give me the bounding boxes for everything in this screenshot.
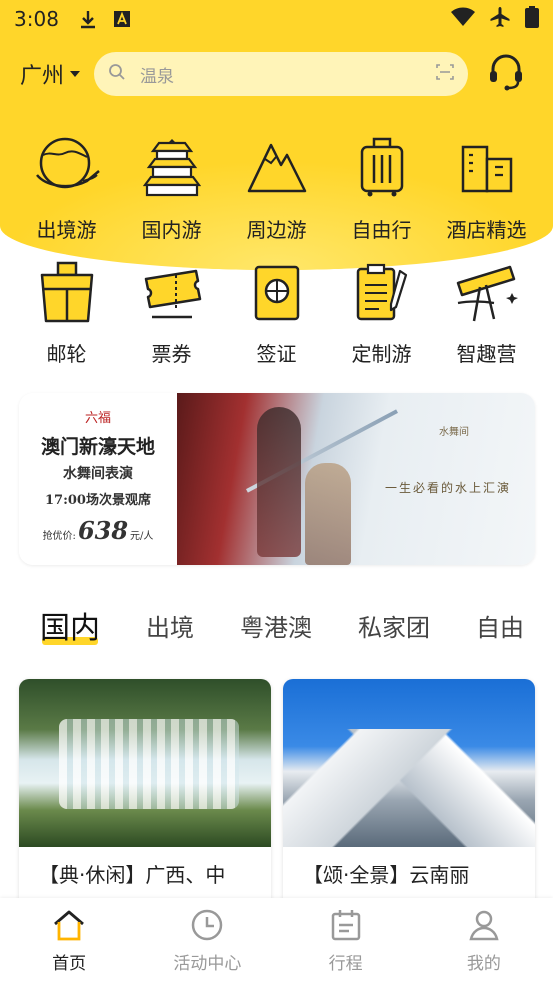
top-bar: 广州 温泉 bbox=[0, 50, 553, 98]
scan-icon[interactable] bbox=[436, 63, 454, 85]
banner-logo: 六福 bbox=[84, 411, 111, 426]
airplane-icon bbox=[489, 6, 511, 33]
search-placeholder: 温泉 bbox=[140, 66, 175, 87]
banner-time: 17:00场次景观席 bbox=[45, 493, 151, 508]
tab-greater-bay[interactable]: 粤港澳 bbox=[240, 608, 312, 643]
category-row-2: 邮轮 票券 签证 定制游 智趣营 bbox=[0, 258, 553, 367]
category-row-1: 出境游 国内游 周边游 自由行 酒店精选 bbox=[0, 132, 553, 243]
nav-profile[interactable]: 我的 bbox=[429, 907, 539, 974]
home-icon bbox=[51, 907, 87, 943]
luggage-icon bbox=[347, 132, 417, 202]
nav-label: 我的 bbox=[466, 954, 501, 974]
banner-brand: 水舞间 bbox=[439, 427, 469, 438]
category-label: 自由行 bbox=[351, 218, 412, 242]
status-bar: 3:08 bbox=[0, 0, 553, 38]
category-nearby[interactable]: 周边游 bbox=[229, 132, 325, 243]
banner-text-panel: 六福 澳门新濠天地 水舞间表演 17:00场次景观席 抢优价: 638 元/人 bbox=[19, 393, 177, 565]
nav-itinerary[interactable]: 行程 bbox=[291, 907, 401, 974]
passport-icon bbox=[242, 258, 312, 328]
nav-home[interactable]: 首页 bbox=[14, 907, 124, 974]
status-time: 3:08 bbox=[14, 7, 59, 31]
banner-price: 638 bbox=[77, 516, 129, 545]
category-outbound[interactable]: 出境游 bbox=[19, 132, 115, 243]
tab-outbound[interactable]: 出境 bbox=[146, 608, 194, 643]
category-visa[interactable]: 签证 bbox=[229, 258, 325, 367]
product-list: 【典·休闲】广西、中 【颂·全景】云南丽 bbox=[19, 679, 535, 909]
tab-domestic[interactable]: 国内 bbox=[40, 603, 100, 647]
product-card[interactable]: 【颂·全景】云南丽 bbox=[283, 679, 535, 909]
banner-performer-graphic bbox=[257, 407, 301, 557]
category-label: 票券 bbox=[151, 342, 192, 366]
banner-price-label: 抢优价: bbox=[42, 531, 76, 542]
calendar-icon bbox=[328, 907, 364, 943]
banner-performer-graphic bbox=[305, 463, 351, 565]
waterfall-image bbox=[19, 679, 271, 847]
category-domestic[interactable]: 国内游 bbox=[124, 132, 220, 243]
category-cruise[interactable]: 邮轮 bbox=[19, 258, 115, 367]
globe-hand-icon bbox=[32, 132, 102, 202]
user-icon bbox=[466, 907, 502, 943]
category-hotel[interactable]: 酒店精选 bbox=[439, 132, 535, 243]
nav-label: 首页 bbox=[52, 954, 87, 974]
bottom-navigation: 首页 活动中心 行程 我的 bbox=[0, 898, 553, 983]
nav-activity-center[interactable]: 活动中心 bbox=[152, 907, 262, 974]
promo-banner[interactable]: 六福 澳门新濠天地 水舞间表演 17:00场次景观席 抢优价: 638 元/人 … bbox=[19, 393, 535, 565]
wifi-icon bbox=[451, 7, 475, 32]
category-label: 酒店精选 bbox=[446, 218, 527, 242]
category-label: 国内游 bbox=[141, 218, 202, 242]
product-card[interactable]: 【典·休闲】广西、中 bbox=[19, 679, 271, 909]
clock-icon bbox=[189, 907, 225, 943]
headset-icon bbox=[488, 53, 524, 95]
product-title: 【颂·全景】云南丽 bbox=[303, 863, 470, 887]
clipboard-pen-icon bbox=[347, 258, 417, 328]
app-notification-icon bbox=[111, 8, 133, 30]
customer-service-button[interactable] bbox=[486, 54, 526, 94]
snow-mountain-image bbox=[283, 679, 535, 847]
hotel-icon bbox=[452, 132, 522, 202]
category-label: 周边游 bbox=[246, 218, 307, 242]
region-tabs: 国内 出境 粤港澳 私家团 自由 bbox=[0, 600, 553, 650]
banner-title: 澳门新濠天地 bbox=[40, 436, 155, 458]
category-label: 定制游 bbox=[351, 342, 412, 366]
category-tickets[interactable]: 票券 bbox=[124, 258, 220, 367]
city-selector[interactable]: 广州 bbox=[20, 58, 81, 90]
nav-label: 行程 bbox=[328, 954, 363, 974]
banner-image: 水舞间 一生必看的水上汇演 bbox=[177, 393, 535, 565]
banner-subtitle: 水舞间表演 bbox=[63, 466, 133, 482]
caret-down-icon bbox=[70, 71, 81, 77]
search-input[interactable]: 温泉 bbox=[94, 52, 469, 96]
temple-icon bbox=[137, 132, 207, 202]
category-label: 签证 bbox=[256, 342, 297, 366]
download-icon bbox=[77, 8, 99, 30]
category-custom-tour[interactable]: 定制游 bbox=[334, 258, 430, 367]
nav-label: 活动中心 bbox=[173, 954, 242, 974]
banner-price-row: 抢优价: 638 元/人 bbox=[43, 516, 154, 545]
ticket-icon bbox=[137, 258, 207, 328]
battery-icon bbox=[525, 5, 539, 33]
search-icon bbox=[108, 63, 126, 85]
cruise-icon bbox=[32, 258, 102, 328]
category-label: 智趣营 bbox=[456, 342, 517, 366]
telescope-icon bbox=[452, 258, 522, 328]
category-camp[interactable]: 智趣营 bbox=[439, 258, 535, 367]
category-label: 出境游 bbox=[36, 218, 97, 242]
product-title: 【典·休闲】广西、中 bbox=[39, 863, 226, 887]
mountain-icon bbox=[242, 132, 312, 202]
banner-price-unit: 元/人 bbox=[130, 531, 154, 542]
banner-slogan: 一生必看的水上汇演 bbox=[385, 481, 512, 495]
city-label: 广州 bbox=[20, 64, 65, 89]
category-label: 邮轮 bbox=[46, 342, 87, 366]
tab-free[interactable]: 自由 bbox=[476, 608, 524, 643]
tab-private-group[interactable]: 私家团 bbox=[358, 608, 430, 643]
category-free-travel[interactable]: 自由行 bbox=[334, 132, 430, 243]
